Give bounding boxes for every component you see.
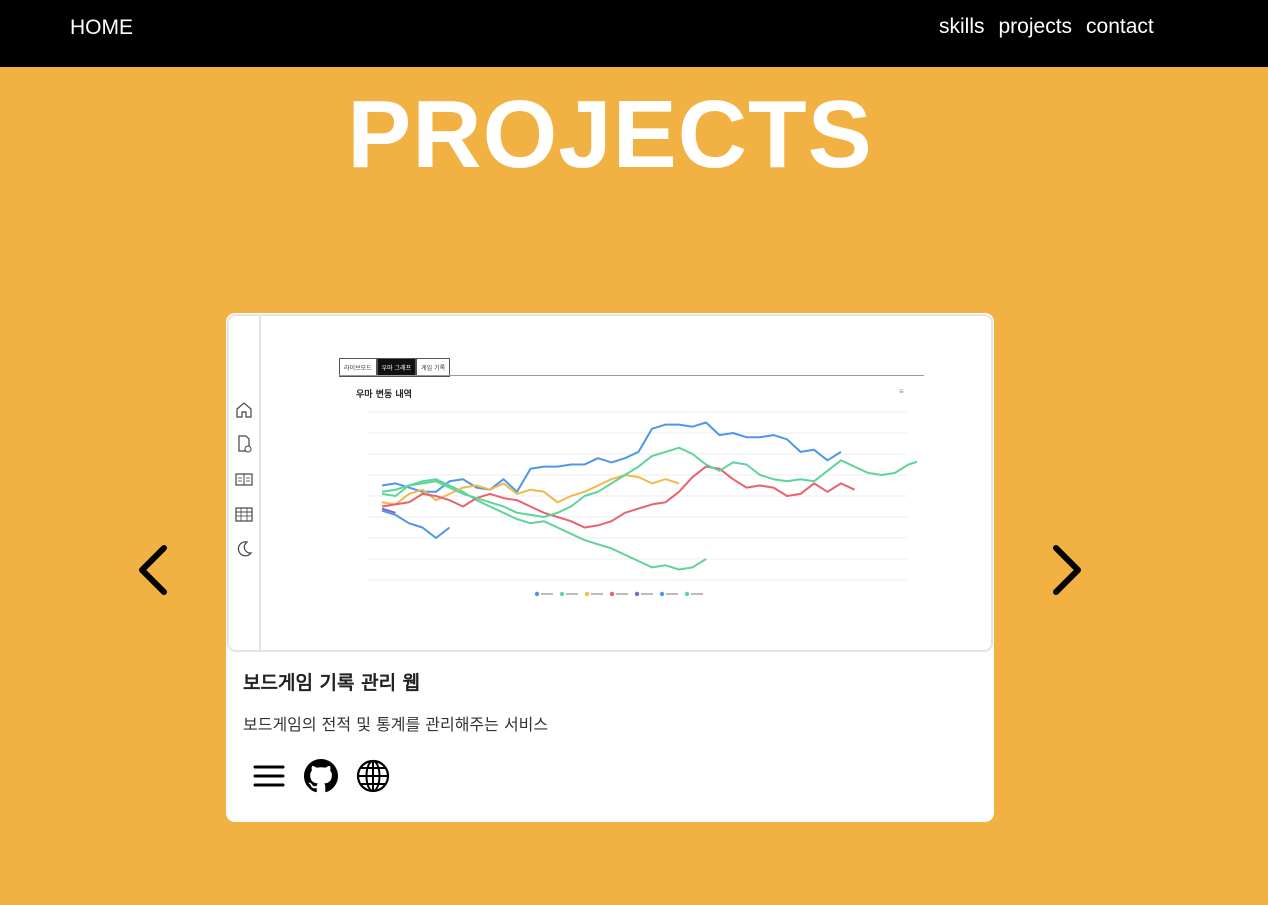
line-chart [367,411,917,597]
chart-legend-marker [659,591,665,597]
project-description: 보드게임의 전적 및 통계를 관리해주는 서비스 [243,715,549,734]
home-icon [236,402,252,418]
globe-icon [356,759,390,793]
github-button[interactable] [304,759,338,793]
table-icon [235,507,253,522]
nav-link-contact[interactable]: contact [1086,15,1154,39]
chart-legend-marker [534,591,540,597]
carousel-prev-button[interactable] [134,540,174,600]
page-title: PROJECTS [347,81,873,188]
website-button[interactable] [356,759,390,793]
chart-legend-marker [559,591,565,597]
nav-link-skills[interactable]: skills [939,15,985,39]
moon-icon [237,541,253,557]
nav-links: skills projects contact [939,15,1154,39]
chart-series-line [381,474,680,506]
screenshot-divider [339,375,924,376]
menu-icon [253,765,285,787]
document-icon [238,435,252,453]
screenshot-sidebar [229,316,261,650]
project-screenshot: 라이브모드 우마 그래프 게임 기록 우마 변동 내역 ≡ [227,314,993,652]
chart-legend-label [691,593,703,595]
navbar: HOME skills projects contact [0,0,1268,67]
carousel-next-button[interactable] [1046,540,1086,600]
chart-legend-label [591,593,603,595]
chart-series-line [381,465,855,529]
chevron-left-icon [139,545,167,595]
chevron-right-icon [1053,545,1081,595]
chart-legend-marker [684,591,690,597]
screenshot-chart-title: 우마 변동 내역 [356,390,412,400]
project-title: 보드게임 기록 관리 웹 [243,672,421,694]
nav-link-projects[interactable]: projects [999,15,1073,39]
details-button[interactable] [252,759,286,793]
github-icon [304,759,338,793]
hamburger-icon: ≡ [899,387,904,396]
nav-home-link[interactable]: HOME [70,16,133,40]
chart-legend-label [566,593,578,595]
chart-legend-label [541,593,553,595]
project-actions [252,759,390,793]
project-card: 라이브모드 우마 그래프 게임 기록 우마 변동 내역 ≡ 보드게임 기록 관리… [226,313,994,822]
chart-legend-label [616,593,628,595]
book-icon [235,473,253,486]
chart-legend-label [666,593,678,595]
chart-legend-marker [634,591,640,597]
chart-series-line [381,509,451,539]
chart-legend-marker [609,591,615,597]
chart-legend-label [641,593,653,595]
chart-legend-marker [584,591,590,597]
